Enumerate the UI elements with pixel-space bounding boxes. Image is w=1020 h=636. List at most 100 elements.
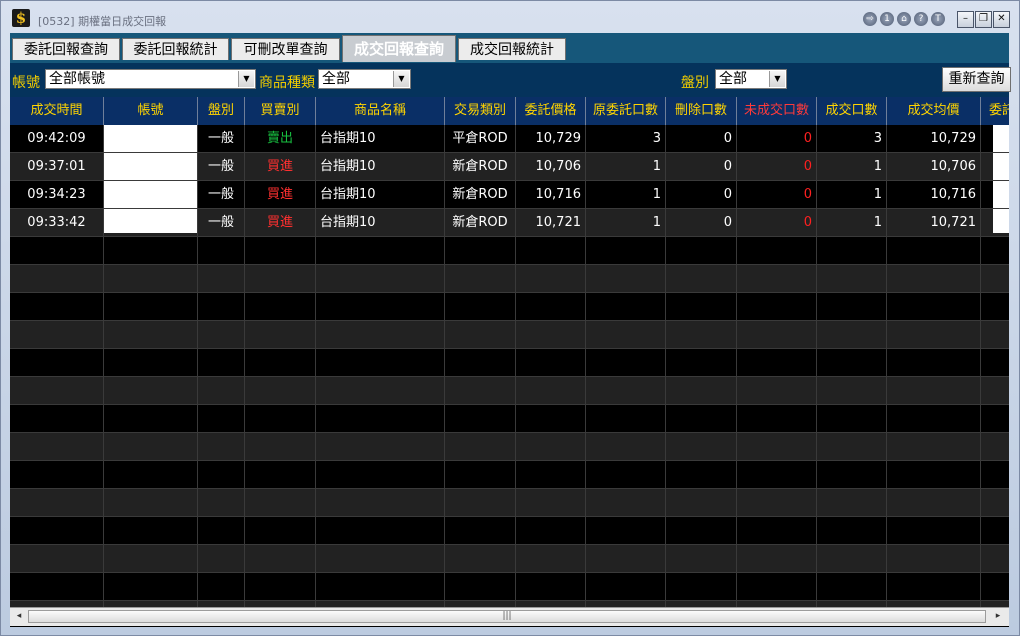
cell-side: 賣出	[245, 125, 316, 153]
minimize-button[interactable]: –	[957, 11, 974, 28]
empty-cell	[737, 545, 817, 573]
cell-price: 10,716	[516, 181, 586, 209]
cell-side: 買進	[245, 153, 316, 181]
empty-cell	[887, 237, 981, 265]
header-orig-qty[interactable]: 原委託口數	[586, 97, 666, 125]
cell-orig-qty: 1	[586, 153, 666, 181]
empty-cell	[981, 321, 1009, 349]
empty-cell	[445, 377, 516, 405]
empty-cell	[887, 293, 981, 321]
empty-cell	[445, 573, 516, 601]
cell-cancel-qty: 0	[666, 153, 737, 181]
empty-cell	[245, 293, 316, 321]
empty-cell	[445, 321, 516, 349]
cell-filled-qty: 1	[817, 153, 887, 181]
header-order-price[interactable]: 委託價格	[516, 97, 586, 125]
cell-avg-price: 10,706	[887, 153, 981, 181]
empty-cell	[316, 265, 445, 293]
empty-table-row	[10, 517, 1009, 545]
cell-trade-type: 新倉ROD	[445, 209, 516, 237]
session-select[interactable]: 全部 ▼	[715, 69, 787, 89]
empty-cell	[586, 517, 666, 545]
masked-cell	[993, 153, 1009, 180]
export-icon[interactable]: ⇨	[863, 12, 877, 26]
empty-table-row	[10, 405, 1009, 433]
help-icon[interactable]: ?	[914, 12, 928, 26]
tab-trade-report-query[interactable]: 成交回報查詢	[342, 35, 456, 62]
empty-cell	[104, 293, 198, 321]
empty-cell	[316, 461, 445, 489]
tab-order-report-stats[interactable]: 委託回報統計	[122, 38, 229, 60]
home-icon[interactable]: ⌂	[897, 12, 911, 26]
info-icon[interactable]: 1	[880, 12, 894, 26]
header-unfilled-qty[interactable]: 未成交口數	[737, 97, 817, 125]
tab-strip: 委託回報查詢 委託回報統計 可刪改單查詢 成交回報查詢 成交回報統計	[10, 33, 1009, 63]
empty-cell	[817, 433, 887, 461]
empty-cell	[586, 349, 666, 377]
empty-cell	[10, 349, 104, 377]
scroll-right-icon[interactable]: ▸	[990, 609, 1006, 624]
header-avg-price[interactable]: 成交均價	[887, 97, 981, 125]
cell-order-extra	[981, 153, 1009, 181]
empty-cell	[445, 265, 516, 293]
tab-order-report-query[interactable]: 委託回報查詢	[12, 38, 120, 60]
scroll-left-icon[interactable]: ◂	[11, 609, 27, 624]
empty-cell	[10, 573, 104, 601]
product-type-select[interactable]: 全部 ▼	[318, 69, 411, 89]
scrollbar-thumb[interactable]: |||	[28, 610, 986, 623]
table-row[interactable]: 09:42:09 一般 賣出 台指期10 平倉ROD 10,729 3 0 0 …	[10, 125, 1009, 153]
empty-cell	[104, 573, 198, 601]
empty-cell	[316, 349, 445, 377]
empty-cell	[666, 265, 737, 293]
header-filled-qty[interactable]: 成交口數	[817, 97, 887, 125]
empty-cell	[586, 573, 666, 601]
masked-account	[104, 181, 197, 208]
empty-cell	[10, 265, 104, 293]
header-trade-type[interactable]: 交易類別	[445, 97, 516, 125]
empty-cell	[666, 377, 737, 405]
header-account[interactable]: 帳號	[104, 97, 198, 125]
empty-cell	[586, 433, 666, 461]
cell-cancel-qty: 0	[666, 209, 737, 237]
header-side[interactable]: 買賣別	[245, 97, 316, 125]
masked-cell	[993, 181, 1009, 208]
filter-bar: 帳號 全部帳號 ▼ 商品種類 全部 ▼ 盤別 全部 ▼ 重新查詢	[10, 63, 1011, 97]
close-button[interactable]: ✕	[993, 11, 1010, 28]
table-row[interactable]: 09:33:42 一般 買進 台指期10 新倉ROD 10,721 1 0 0 …	[10, 209, 1009, 237]
empty-cell	[586, 377, 666, 405]
header-trade-time[interactable]: 成交時間	[10, 97, 104, 125]
empty-cell	[887, 461, 981, 489]
empty-cell	[516, 293, 586, 321]
header-cancel-qty[interactable]: 刪除口數	[666, 97, 737, 125]
cell-product: 台指期10	[316, 181, 445, 209]
tab-trade-report-stats[interactable]: 成交回報統計	[458, 38, 566, 60]
requery-button[interactable]: 重新查詢	[942, 67, 1011, 92]
account-label: 帳號	[12, 75, 40, 91]
chevron-down-icon[interactable]: ▼	[769, 71, 785, 87]
empty-cell	[666, 517, 737, 545]
empty-cell	[817, 237, 887, 265]
account-select[interactable]: 全部帳號 ▼	[45, 69, 256, 89]
text-icon[interactable]: T	[931, 12, 945, 26]
header-order-extra[interactable]: 委託	[981, 97, 1009, 125]
table-row[interactable]: 09:34:23 一般 買進 台指期10 新倉ROD 10,716 1 0 0 …	[10, 181, 1009, 209]
empty-cell	[981, 349, 1009, 377]
cell-session: 一般	[198, 209, 245, 237]
empty-cell	[316, 405, 445, 433]
empty-cell	[516, 433, 586, 461]
empty-cell	[516, 405, 586, 433]
header-session[interactable]: 盤別	[198, 97, 245, 125]
masked-cell	[993, 209, 1009, 233]
empty-cell	[198, 545, 245, 573]
empty-cell	[981, 405, 1009, 433]
restore-button[interactable]: ❐	[975, 11, 992, 28]
chevron-down-icon[interactable]: ▼	[238, 71, 254, 87]
empty-cell	[516, 265, 586, 293]
table-row[interactable]: 09:37:01 一般 買進 台指期10 新倉ROD 10,706 1 0 0 …	[10, 153, 1009, 181]
tab-modifiable-orders[interactable]: 可刪改單查詢	[231, 38, 340, 60]
chevron-down-icon[interactable]: ▼	[393, 71, 409, 87]
header-product[interactable]: 商品名稱	[316, 97, 445, 125]
cell-filled-qty: 1	[817, 181, 887, 209]
horizontal-scrollbar[interactable]: ◂ ||| ▸	[10, 607, 1009, 626]
empty-cell	[245, 461, 316, 489]
